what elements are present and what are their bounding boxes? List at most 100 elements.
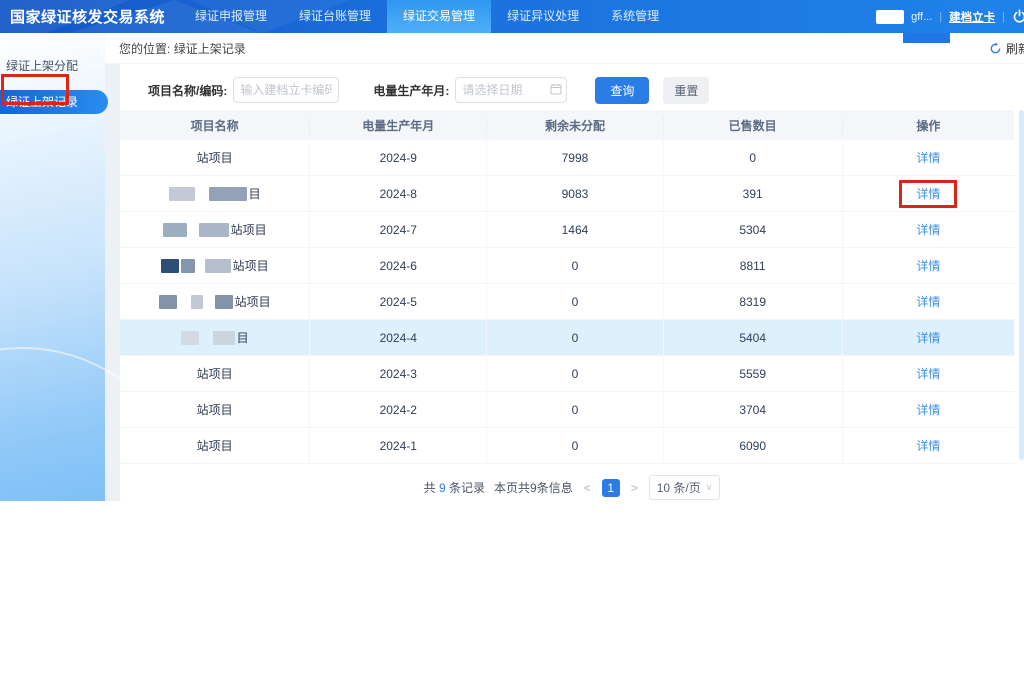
redaction-block bbox=[162, 222, 187, 237]
refresh-label: 刷新 bbox=[1005, 41, 1024, 56]
remaining-cell: 9083 bbox=[487, 176, 664, 211]
sold-cell: 8319 bbox=[664, 284, 843, 319]
breadcrumb-bar: 您的位置: 绿证上架记录 刷新 bbox=[105, 33, 1024, 64]
sold-cell: 0 bbox=[664, 140, 843, 175]
action-cell: 详情 bbox=[843, 176, 1014, 211]
pagination: 共 9 条记录 本页共9条信息 < 1 > 10 条/页 ∨ bbox=[120, 475, 1024, 500]
column-header-3: 已售数目 bbox=[664, 116, 843, 134]
remaining-cell: 0 bbox=[487, 248, 664, 283]
scrollbar[interactable] bbox=[1019, 110, 1024, 460]
table-header-row: 项目名称 电量生产年月 剩余未分配 已售数目 操作 bbox=[120, 110, 1014, 140]
project-name-cell: 目 bbox=[120, 176, 311, 211]
redaction-block bbox=[197, 187, 207, 201]
divider: | bbox=[939, 10, 943, 23]
detail-link[interactable]: 详情 bbox=[916, 329, 940, 346]
prev-page-button[interactable]: < bbox=[582, 481, 593, 495]
breadcrumb: 您的位置: 绿证上架记录 bbox=[119, 41, 246, 56]
project-name-cell: 目 bbox=[120, 320, 311, 355]
month-cell: 2024-7 bbox=[310, 212, 488, 247]
project-name-label: 项目名称/编码: bbox=[148, 83, 228, 98]
project-name-text: 站项目 bbox=[232, 259, 269, 273]
month-cell: 2024-9 bbox=[310, 140, 488, 175]
project-name-cell: 站项目 bbox=[120, 140, 311, 175]
redaction-block bbox=[190, 294, 203, 309]
table-row: 站项目 2024-2 0 3704 详情 bbox=[120, 392, 1014, 428]
nav-tab-2[interactable]: 绿证交易管理 bbox=[387, 0, 492, 33]
project-name-cell: 站项目 bbox=[120, 248, 311, 283]
action-cell: 详情 bbox=[843, 140, 1014, 175]
month-cell: 2024-5 bbox=[310, 284, 488, 319]
query-button[interactable]: 查询 bbox=[595, 76, 650, 104]
action-cell: 详情 bbox=[843, 248, 1014, 283]
redaction-block bbox=[204, 258, 231, 273]
main-nav-menu: 绿证申报管理 绿证台账管理 绿证交易管理 绿证异议处理 系统管理 bbox=[179, 0, 675, 33]
reset-button[interactable]: 重置 bbox=[663, 76, 710, 104]
sold-cell: 5559 bbox=[664, 356, 843, 391]
sold-cell: 5404 bbox=[664, 320, 843, 355]
nav-tab-4[interactable]: 系统管理 bbox=[595, 0, 675, 33]
project-name-input[interactable] bbox=[233, 77, 340, 103]
detail-link[interactable]: 详情 bbox=[916, 293, 940, 310]
page-number-1[interactable]: 1 bbox=[601, 478, 620, 497]
sidebar-item-1[interactable]: 绿证上架记录 bbox=[0, 90, 108, 114]
project-name-text: 目 bbox=[248, 187, 261, 201]
project-name-text: 目 bbox=[236, 331, 249, 345]
project-name-cell: 站项目 bbox=[120, 284, 311, 319]
detail-link[interactable]: 详情 bbox=[916, 257, 940, 274]
nav-tab-0[interactable]: 绿证申报管理 bbox=[179, 0, 283, 33]
sidebar-item-0[interactable]: 绿证上架分配 bbox=[0, 51, 105, 80]
redaction-block bbox=[205, 295, 213, 309]
remaining-cell: 7998 bbox=[487, 140, 664, 175]
user-profile-link[interactable]: 建档立卡 bbox=[949, 9, 995, 25]
project-name-cell: 站项目 bbox=[120, 356, 311, 391]
refresh-button[interactable]: 刷新 bbox=[989, 40, 1024, 57]
project-name-text: 站项目 bbox=[196, 439, 233, 453]
detail-link[interactable]: 详情 bbox=[916, 401, 940, 418]
project-name-text: 站项目 bbox=[196, 151, 233, 165]
content-card: 项目名称/编码: 电量生产年月: 查询 重置 项目名称电量生产年月剩余未分配已售… bbox=[120, 63, 1024, 501]
app-title: 国家绿证核发交易系统 bbox=[10, 9, 166, 26]
detail-link[interactable]: 详情 bbox=[916, 365, 940, 382]
table-row: 站项目 2024-5 0 8319 详情 bbox=[120, 284, 1014, 320]
next-page-button[interactable]: > bbox=[629, 481, 640, 495]
table-row: 站项目 2024-1 0 6090 详情 bbox=[120, 428, 1014, 464]
action-cell: 详情 bbox=[843, 428, 1014, 463]
records-table: 项目名称 电量生产年月 剩余未分配 已售数目 操作 站项目 2024-9 7998 0 详情目 2… bbox=[120, 110, 1014, 464]
project-name-text: 站项目 bbox=[196, 403, 233, 417]
sold-cell: 5304 bbox=[664, 212, 843, 247]
page-info: 本页共9条信息 bbox=[494, 481, 573, 495]
user-name: gff... bbox=[911, 10, 933, 23]
refresh-icon bbox=[989, 41, 1002, 55]
nav-tab-1[interactable]: 绿证台账管理 bbox=[283, 0, 387, 33]
search-form: 项目名称/编码: 电量生产年月: 查询 重置 bbox=[120, 76, 1024, 104]
redaction-block bbox=[876, 9, 905, 24]
month-cell: 2024-6 bbox=[310, 248, 488, 283]
project-name-cell: 站项目 bbox=[120, 212, 311, 247]
redaction-block bbox=[198, 222, 229, 237]
detail-link[interactable]: 详情 bbox=[916, 185, 940, 202]
production-month-label: 电量生产年月: bbox=[373, 83, 450, 98]
redaction-block bbox=[214, 294, 233, 309]
action-cell: 详情 bbox=[843, 356, 1014, 391]
remaining-cell: 1464 bbox=[487, 212, 664, 247]
sidebar: 绿证上架分配绿证上架记录 bbox=[0, 33, 194, 691]
redaction-block bbox=[180, 258, 195, 273]
remaining-cell: 0 bbox=[487, 392, 664, 427]
month-cell: 2024-1 bbox=[310, 428, 488, 463]
logout-power-icon[interactable] bbox=[1012, 9, 1024, 24]
table-row: 站项目 2024-9 7998 0 详情 bbox=[120, 140, 1014, 176]
column-header-1: 电量生产年月 bbox=[310, 116, 488, 134]
project-name-text: 站项目 bbox=[234, 295, 271, 309]
remaining-cell: 0 bbox=[487, 428, 664, 463]
detail-link[interactable]: 详情 bbox=[916, 437, 940, 454]
action-cell: 详情 bbox=[843, 320, 1014, 355]
divider: | bbox=[1002, 10, 1005, 23]
redaction-block bbox=[212, 330, 235, 345]
top-navbar: 国家绿证核发交易系统 绿证申报管理 绿证台账管理 绿证交易管理 绿证异议处理 系统管理 … bbox=[0, 0, 1024, 33]
page-size-select[interactable]: 10 条/页 ∨ bbox=[648, 475, 721, 500]
detail-link[interactable]: 详情 bbox=[916, 221, 940, 238]
nav-tab-3[interactable]: 绿证异议处理 bbox=[491, 0, 595, 33]
detail-link[interactable]: 详情 bbox=[916, 149, 940, 166]
redaction-block bbox=[179, 295, 189, 309]
column-header-2: 剩余未分配 bbox=[487, 116, 664, 134]
